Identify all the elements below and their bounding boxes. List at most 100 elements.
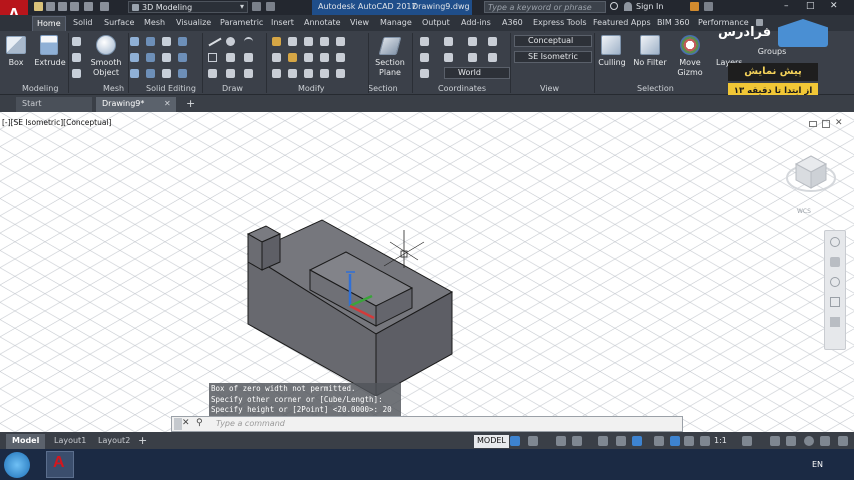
move-icon[interactable] — [272, 37, 281, 46]
osnap-tracking-icon[interactable] — [616, 436, 626, 446]
move-gizmo-label-1[interactable]: Move — [674, 58, 706, 67]
spline-icon[interactable] — [244, 53, 253, 62]
new-tab-icon[interactable]: + — [186, 97, 195, 110]
snap-icon[interactable] — [528, 436, 538, 446]
box-button[interactable]: Box — [4, 58, 28, 67]
close-tab-icon[interactable]: ✕ — [164, 99, 171, 108]
annotation-scale[interactable]: 1:1 — [714, 436, 727, 445]
tab-parametric[interactable]: Parametric — [220, 18, 263, 27]
annotation-visibility-icon[interactable] — [700, 436, 710, 446]
smooth-object-icon[interactable] — [96, 35, 116, 55]
tab-output[interactable]: Output — [422, 18, 450, 27]
extrude-button[interactable]: Extrude — [34, 58, 66, 67]
saveas-icon[interactable] — [58, 2, 67, 11]
rectangle-icon[interactable] — [208, 53, 217, 62]
3d-move-icon[interactable] — [304, 37, 313, 46]
refine-icon[interactable] — [146, 69, 155, 78]
move-gizmo-label-2[interactable]: Gizmo — [674, 68, 706, 77]
rotate-icon[interactable] — [288, 37, 297, 46]
help-icon[interactable] — [704, 2, 713, 11]
command-line[interactable]: ✕ ⚲ Type a command — [171, 416, 683, 432]
hardware-acceleration-icon[interactable] — [820, 436, 830, 446]
align-icon[interactable] — [336, 53, 345, 62]
tab-visualize[interactable]: Visualize — [176, 18, 211, 27]
copy-icon[interactable] — [272, 53, 281, 62]
ucs-world-icon[interactable] — [444, 37, 453, 46]
command-input[interactable]: Type a command — [216, 419, 285, 428]
tab-manage[interactable]: Manage — [380, 18, 412, 27]
drawing-viewport[interactable]: [-][SE Isometric][Conceptual] ✕ WCS — [0, 112, 854, 432]
exchange-icon[interactable] — [690, 2, 699, 11]
tab-model[interactable]: Model — [6, 434, 46, 449]
taskbar-autocad-button[interactable]: A — [46, 451, 74, 478]
3d-rotate-icon[interactable] — [304, 53, 313, 62]
polar-icon[interactable] — [572, 436, 582, 446]
ucs-dropdown[interactable]: World — [444, 67, 510, 79]
offset-icon[interactable] — [320, 53, 329, 62]
tab-surface[interactable]: Surface — [104, 18, 134, 27]
ortho-icon[interactable] — [556, 436, 566, 446]
selection-cycling-icon[interactable] — [684, 436, 694, 446]
tab-bim360[interactable]: BIM 360 — [657, 18, 690, 27]
share-icon[interactable] — [252, 2, 261, 11]
panel-modify[interactable]: Modify — [298, 84, 325, 93]
tab-insert[interactable]: Insert — [271, 18, 294, 27]
fillet-icon[interactable] — [336, 37, 345, 46]
imprint-icon[interactable] — [178, 69, 187, 78]
redo-icon[interactable] — [100, 2, 109, 11]
intersect-icon[interactable] — [178, 37, 187, 46]
section-plane-icon[interactable] — [378, 37, 402, 55]
no-filter-button[interactable]: No Filter — [632, 58, 668, 67]
panel-coordinates[interactable]: Coordinates — [438, 84, 486, 93]
tab-featured-apps[interactable]: Featured Apps — [593, 18, 651, 27]
units-icon[interactable] — [786, 436, 796, 446]
mesh-smooth-icon[interactable] — [146, 53, 155, 62]
section-plane-label-1[interactable]: Section — [372, 58, 408, 67]
undo-icon[interactable] — [84, 2, 93, 11]
close-icon[interactable]: ✕ — [182, 418, 190, 428]
tab-home[interactable]: Home — [32, 16, 66, 31]
cylinder-icon[interactable] — [72, 37, 81, 46]
model-space-button[interactable]: MODEL — [474, 435, 509, 448]
ucs-object-icon[interactable] — [444, 53, 453, 62]
panel-mesh[interactable]: Mesh — [103, 84, 124, 93]
box-icon[interactable] — [6, 36, 26, 54]
tab-express-tools[interactable]: Express Tools — [533, 18, 587, 27]
arc-icon[interactable] — [244, 37, 253, 46]
ucs-3point-icon[interactable] — [488, 53, 497, 62]
panel-section[interactable]: Section — [368, 84, 398, 93]
transparency-icon[interactable] — [670, 436, 680, 446]
panel-selection[interactable]: Selection — [637, 84, 674, 93]
scale-icon[interactable] — [288, 69, 297, 78]
minimize-icon[interactable]: – — [784, 1, 789, 11]
annotation-monitor-icon[interactable] — [770, 436, 780, 446]
culling-icon[interactable] — [601, 35, 621, 55]
slice-icon[interactable] — [162, 69, 171, 78]
ucs-x-icon[interactable] — [420, 69, 429, 78]
erase-icon[interactable] — [320, 69, 329, 78]
stretch-icon[interactable] — [272, 69, 281, 78]
command-grip-icon[interactable] — [174, 418, 182, 430]
no-filter-icon[interactable] — [640, 35, 660, 55]
extract-edges-icon[interactable] — [162, 53, 171, 62]
culling-button[interactable]: Culling — [596, 58, 628, 67]
tab-annotate[interactable]: Annotate — [304, 18, 341, 27]
mesh-box-icon[interactable] — [130, 37, 139, 46]
isodraft-icon[interactable] — [598, 436, 608, 446]
move-gizmo-icon[interactable] — [680, 35, 700, 55]
tab-addins[interactable]: Add-ins — [461, 18, 491, 27]
tab-mesh[interactable]: Mesh — [144, 18, 165, 27]
panel-view[interactable]: View — [540, 84, 559, 93]
polyline-icon[interactable] — [226, 53, 235, 62]
panel-draw[interactable]: Draw — [222, 84, 243, 93]
panel-modeling[interactable]: Modeling — [22, 84, 58, 93]
ucs-view-icon[interactable] — [468, 53, 477, 62]
explode-icon[interactable] — [336, 69, 345, 78]
tab-solid[interactable]: Solid — [73, 18, 93, 27]
line-icon[interactable] — [208, 37, 222, 47]
section-plane-label-2[interactable]: Plane — [372, 68, 408, 77]
visual-style-dropdown[interactable]: Conceptual — [514, 35, 592, 47]
trim-icon[interactable] — [320, 37, 329, 46]
customize-icon[interactable]: ⚲ — [196, 418, 203, 428]
solid-model[interactable] — [0, 112, 854, 432]
